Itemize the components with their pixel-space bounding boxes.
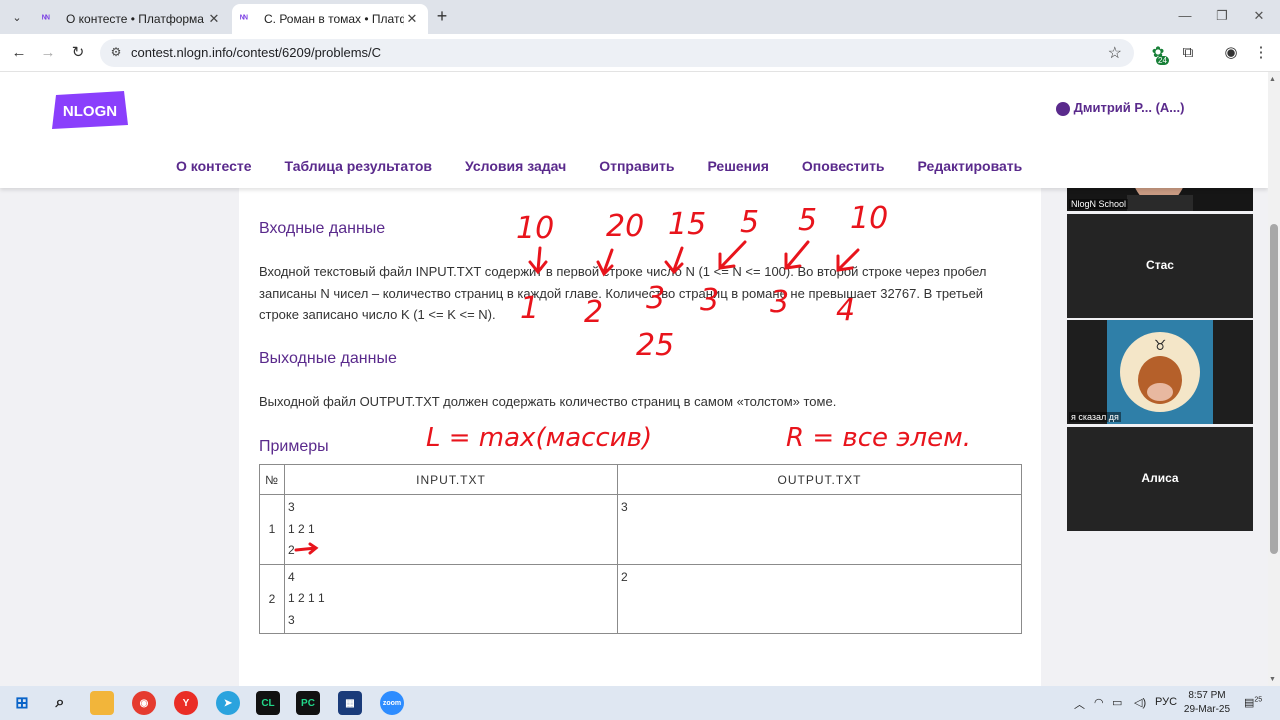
- extension-badge: 24: [1156, 56, 1169, 65]
- file-explorer-icon[interactable]: [90, 691, 114, 715]
- back-icon[interactable]: ←: [8, 42, 30, 64]
- scrollbar-thumb[interactable]: [1270, 224, 1278, 554]
- nav-about[interactable]: О контесте: [176, 158, 252, 180]
- search-icon[interactable]: ⌕: [48, 691, 72, 715]
- address-bar[interactable]: ⚙ contest.nlogn.info/contest/6209/proble…: [100, 39, 1134, 67]
- profile-icon[interactable]: ◉: [1220, 42, 1242, 64]
- clock-date: 29-Mar-25: [1183, 704, 1231, 715]
- bookmark-star-icon[interactable]: ☆: [1108, 43, 1122, 63]
- example-input: 3 1 2 1 2: [284, 494, 618, 565]
- problem-statement: Входные данные Входной текстовый файл IN…: [239, 172, 1041, 686]
- column-header-input: INPUT.TXT: [284, 464, 618, 495]
- browser-toolbar: ← → ↻ ⚙ contest.nlogn.info/contest/6209/…: [0, 34, 1280, 72]
- app-icon[interactable]: ▦: [338, 691, 362, 715]
- participant-tile-avatar[interactable]: ♉ я сказал дя: [1067, 320, 1253, 424]
- kebab-menu-icon[interactable]: ⋮: [1250, 42, 1272, 64]
- table-row: 2 4 1 2 1 1 3 2: [259, 563, 1022, 634]
- output-description: Выходной файл OUTPUT.TXT должен содержат…: [259, 394, 837, 409]
- tab-title: C. Роман в томах • Платформа: [264, 12, 404, 26]
- zoom-icon[interactable]: zoom: [380, 691, 404, 715]
- taurus-avatar-icon: ♉: [1107, 320, 1213, 424]
- table-row: 1 3 1 2 1 2 3: [259, 494, 1022, 565]
- participant-name: Алиса: [1141, 471, 1179, 485]
- nlogn-favicon-icon: ᴺᴺ: [240, 14, 248, 25]
- puzzle-extensions-icon[interactable]: ⧉: [1177, 42, 1199, 64]
- nlogn-logo[interactable]: NLOGN: [52, 91, 128, 129]
- svg-text:NLOGN: NLOGN: [63, 103, 117, 120]
- forward-icon[interactable]: →: [37, 42, 59, 64]
- participant-name: Стас: [1146, 258, 1174, 272]
- example-output: 2: [617, 563, 1022, 634]
- tab-title: О контесте • Платформа NlogN: [66, 12, 206, 26]
- svg-text:♉: ♉: [1154, 338, 1167, 354]
- example-number: 1: [259, 494, 285, 565]
- close-window-icon[interactable]: ✕: [1244, 8, 1274, 24]
- taskbar-clock[interactable]: 8:57 PM 29-Mar-25: [1180, 689, 1234, 717]
- input-heading: Входные данные: [259, 220, 386, 237]
- minimize-icon[interactable]: —: [1170, 8, 1200, 23]
- example-output: 3: [617, 494, 1022, 565]
- input-line: 1 2 1: [288, 521, 315, 536]
- nav-solutions[interactable]: Решения: [707, 158, 768, 180]
- column-header-output: OUTPUT.TXT: [617, 464, 1022, 495]
- new-tab-button[interactable]: +: [432, 7, 452, 27]
- user-icon: [1056, 101, 1070, 116]
- participant-tile-alisa[interactable]: Алиса: [1067, 427, 1253, 531]
- nav-standings[interactable]: Таблица результатов: [285, 158, 433, 180]
- keyboard-language[interactable]: РУС: [1155, 696, 1177, 708]
- participant-name: я сказал дя: [1069, 412, 1121, 422]
- tab-bar: ⌄ ᴺᴺ О контесте • Платформа NlogN ✕ ᴺᴺ C…: [0, 0, 1280, 34]
- table-header-row: № INPUT.TXT OUTPUT.TXT: [259, 464, 1022, 495]
- user-menu[interactable]: Дмитрий Р... (А...): [1056, 100, 1184, 116]
- output-heading: Выходные данные: [259, 350, 397, 367]
- yandex-icon[interactable]: Y: [174, 691, 198, 715]
- nav-notify[interactable]: Оповестить: [802, 158, 885, 180]
- clion-icon[interactable]: CL: [256, 691, 280, 715]
- examples-heading: Примеры: [259, 438, 329, 455]
- input-line: 4: [288, 569, 295, 584]
- tab-about-contest[interactable]: ᴺᴺ О контесте • Платформа NlogN ✕: [34, 4, 230, 34]
- notifications-icon[interactable]: ▤25: [1244, 696, 1262, 709]
- site-nav: О контесте Таблица результатов Условия з…: [176, 158, 1055, 180]
- windows-taskbar: ⊞ ⌕ ◉ Y ➤ CL PC ▦ zoom ︿ ◠ ▭ ◁) РУС 8:57…: [0, 686, 1280, 720]
- participant-name: NlogN School: [1069, 199, 1129, 209]
- close-tab-icon[interactable]: ✕: [404, 11, 420, 27]
- input-line: 3: [288, 612, 295, 627]
- restore-icon[interactable]: ❐: [1207, 8, 1237, 24]
- example-number: 2: [259, 563, 285, 634]
- tab-search-button[interactable]: ⌄: [6, 6, 28, 28]
- tray-chevron-icon[interactable]: ︿: [1074, 696, 1085, 712]
- column-header-num: №: [259, 464, 285, 495]
- input-description: Входной текстовый файл INPUT.TXT содержи…: [259, 264, 987, 322]
- close-tab-icon[interactable]: ✕: [206, 11, 222, 27]
- windows-start-icon[interactable]: ⊞: [10, 691, 34, 715]
- nav-problems[interactable]: Условия задач: [465, 158, 566, 180]
- clock-time: 8:57 PM: [1188, 690, 1226, 701]
- scroll-down-icon[interactable]: ▼: [1269, 676, 1276, 683]
- wifi-icon[interactable]: ◠: [1094, 696, 1104, 709]
- reload-icon[interactable]: ↻: [67, 42, 89, 64]
- scroll-up-icon[interactable]: ▲: [1269, 76, 1276, 83]
- site-info-icon[interactable]: ⚙: [108, 45, 124, 61]
- url-text[interactable]: contest.nlogn.info/contest/6209/problems…: [131, 45, 381, 60]
- notification-count: 25: [1254, 696, 1263, 704]
- nav-edit[interactable]: Редактировать: [918, 158, 1023, 180]
- battery-icon[interactable]: ▭: [1112, 696, 1122, 709]
- input-line: 3: [288, 500, 295, 514]
- examples-table: № INPUT.TXT OUTPUT.TXT 1 3 1 2 1 2 3 2 4…: [259, 464, 1022, 634]
- input-line: 1 2 1 1: [288, 591, 325, 605]
- nav-submit[interactable]: Отправить: [599, 158, 674, 180]
- chrome-icon[interactable]: ◉: [132, 691, 156, 715]
- volume-icon[interactable]: ◁): [1134, 696, 1146, 709]
- pycharm-icon[interactable]: PC: [296, 691, 320, 715]
- site-header: NLOGN Дмитрий Р... (А...) О контесте Таб…: [0, 72, 1268, 188]
- telegram-icon[interactable]: ➤: [216, 691, 240, 715]
- participant-tile-stas[interactable]: Стас: [1067, 214, 1253, 318]
- tab-problem-c[interactable]: ᴺᴺ C. Роман в томах • Платформа ✕: [232, 4, 428, 34]
- user-name: Дмитрий Р... (А...): [1073, 100, 1185, 115]
- nlogn-favicon-icon: ᴺᴺ: [42, 14, 50, 25]
- example-input: 4 1 2 1 1 3: [284, 563, 618, 634]
- input-line: 2: [288, 543, 295, 557]
